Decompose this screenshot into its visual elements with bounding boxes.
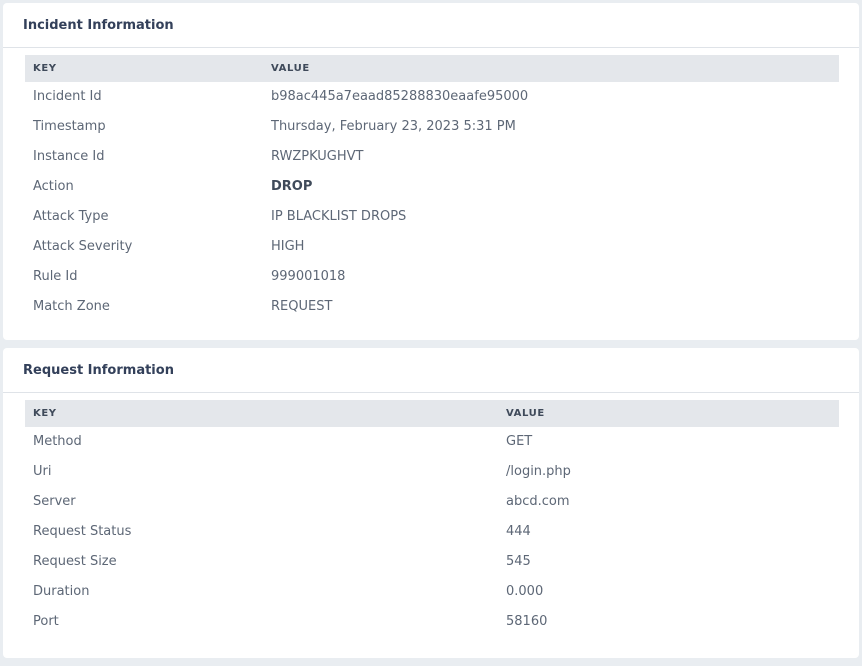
table-row: Server abcd.com [25, 487, 839, 517]
table-row: Port 58160 [25, 607, 839, 637]
row-value: 444 [506, 524, 531, 539]
request-table: KEY VALUE Method GET Uri /login.php Serv… [25, 400, 839, 637]
incident-table: KEY VALUE Incident Id b98ac445a7eaad8528… [25, 55, 839, 322]
table-row: Match Zone REQUEST [25, 292, 839, 322]
row-key: Method [33, 434, 82, 449]
table-row: Uri /login.php [25, 457, 839, 487]
row-value: b98ac445a7eaad85288830eaafe95000 [271, 89, 529, 104]
row-key: Rule Id [33, 269, 78, 284]
row-value: 58160 [506, 614, 548, 629]
row-key: Request Size [33, 554, 117, 569]
incident-information-card: Incident Information KEY VALUE Incident … [3, 3, 859, 340]
request-card-header: Request Information [3, 348, 859, 393]
value-column-header: VALUE [506, 408, 545, 419]
row-value: GET [506, 434, 533, 449]
row-key: Uri [33, 464, 52, 479]
row-value: /login.php [506, 464, 571, 479]
row-value: abcd.com [506, 494, 570, 509]
request-table-header: KEY VALUE [25, 400, 839, 427]
incident-card-header: Incident Information [3, 3, 859, 48]
table-row: Request Size 545 [25, 547, 839, 577]
row-key: Attack Type [33, 209, 109, 224]
row-key: Port [33, 614, 59, 629]
table-row: Request Status 444 [25, 517, 839, 547]
row-value: RWZPKUGHVT [271, 149, 364, 164]
row-value: 0.000 [506, 584, 544, 599]
row-value: 545 [506, 554, 531, 569]
table-row: Rule Id 999001018 [25, 262, 839, 292]
table-row: Attack Severity HIGH [25, 232, 839, 262]
value-column-header: VALUE [271, 63, 310, 74]
row-key: Server [33, 494, 76, 509]
table-row: Action DROP [25, 172, 839, 202]
row-key: Instance Id [33, 149, 105, 164]
row-key: Duration [33, 584, 90, 599]
key-column-header: KEY [33, 63, 57, 74]
table-row: Instance Id RWZPKUGHVT [25, 142, 839, 172]
action-value: DROP [271, 179, 313, 194]
request-information-card: Request Information KEY VALUE Method GET… [3, 348, 859, 658]
row-value: HIGH [271, 239, 305, 254]
row-value: Thursday, February 23, 2023 5:31 PM [271, 119, 516, 134]
key-column-header: KEY [33, 408, 57, 419]
row-key: Action [33, 179, 74, 194]
incident-table-header: KEY VALUE [25, 55, 839, 82]
row-value: 999001018 [271, 269, 346, 284]
table-row: Timestamp Thursday, February 23, 2023 5:… [25, 112, 839, 142]
row-key: Timestamp [33, 119, 106, 134]
row-key: Attack Severity [33, 239, 133, 254]
table-row: Method GET [25, 427, 839, 457]
row-key: Match Zone [33, 299, 110, 314]
row-value: IP BLACKLIST DROPS [271, 209, 407, 224]
table-row: Attack Type IP BLACKLIST DROPS [25, 202, 839, 232]
row-key: Request Status [33, 524, 132, 539]
incident-card-title: Incident Information [23, 17, 174, 33]
row-value: REQUEST [271, 299, 333, 314]
table-row: Duration 0.000 [25, 577, 839, 607]
row-key: Incident Id [33, 89, 102, 104]
table-row: Incident Id b98ac445a7eaad85288830eaafe9… [25, 82, 839, 112]
request-card-title: Request Information [23, 362, 174, 378]
